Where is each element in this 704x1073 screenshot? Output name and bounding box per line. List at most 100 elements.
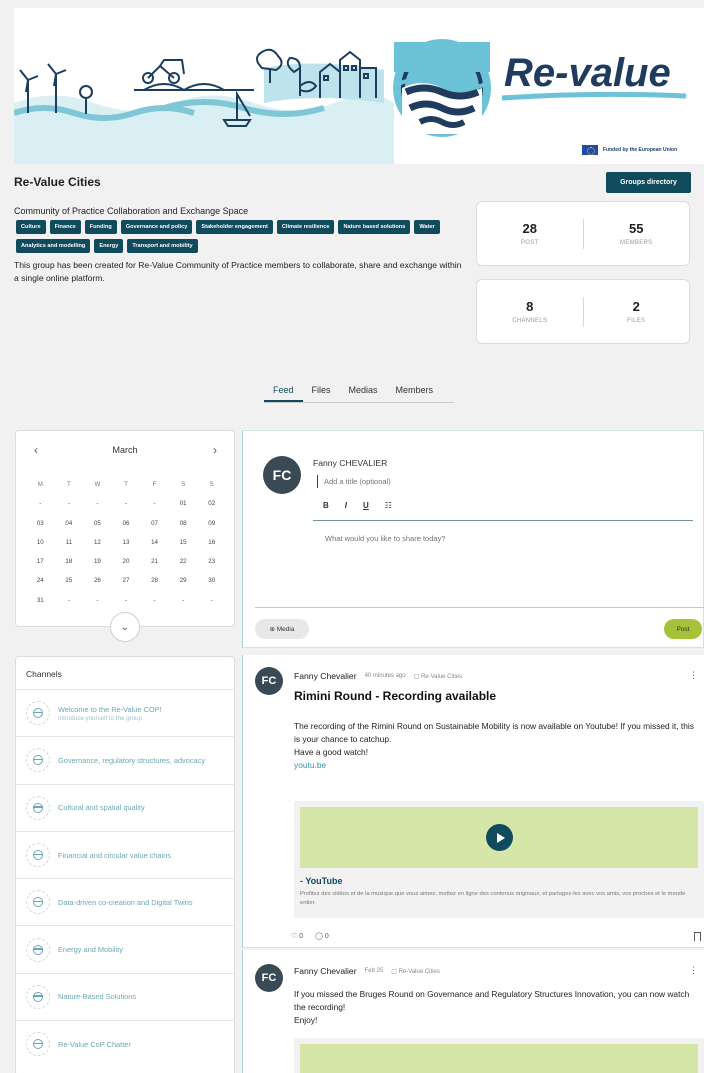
globe-icon [26,984,50,1009]
calendar-day[interactable]: 23 [197,552,226,571]
comment-button[interactable]: ◯ 0 [315,932,329,940]
calendar-day[interactable]: 30 [197,571,226,590]
post-author[interactable]: Fanny Chevalier [294,966,357,976]
group-tagline: Community of Practice Collaboration and … [14,206,249,216]
tag-funding[interactable]: Funding [84,220,117,234]
channel-item[interactable]: Data-driven co-creation and Digital Twin… [16,878,234,925]
calendar-day[interactable]: 22 [169,552,198,571]
tab-files[interactable]: Files [303,383,340,402]
underline-button[interactable]: U [363,501,369,510]
tag-energy[interactable]: Energy [94,239,124,253]
tab-members[interactable]: Members [387,383,443,402]
calendar-day[interactable]: 24 [26,571,55,590]
calendar-day[interactable]: 10 [26,533,55,552]
tag-culture[interactable]: Culture [16,220,46,234]
tab-feed[interactable]: Feed [264,383,303,402]
calendar-day[interactable]: 01 [169,494,198,513]
tag-nbs[interactable]: Nature based solutions [338,220,411,234]
channel-label: Data-driven co-creation and Digital Twin… [58,897,193,907]
italic-button[interactable]: I [345,501,347,510]
post-menu-icon[interactable]: ⋮ [689,670,698,681]
calendar-day[interactable]: 04 [55,514,84,533]
channel-item[interactable]: Governance, regulatory structures, advoc… [16,736,234,783]
video-thumbnail[interactable] [300,807,698,868]
calendar-day[interactable]: 17 [26,552,55,571]
stat-files[interactable]: 2 FILES [584,299,690,324]
preview-title[interactable]: - YouTube [300,876,343,886]
calendar-day[interactable]: 21 [140,552,169,571]
channel-item[interactable]: Re-Value CoP Chatter [16,1020,234,1067]
avatar[interactable]: FC [255,667,283,695]
stat-members[interactable]: 55 MEMBERS [584,221,690,246]
add-media-button[interactable]: ⊕ Media [255,619,309,639]
post-text: The recording of the Rimini Round on Sus… [294,721,694,744]
channel-item[interactable]: Energy and Mobility [16,925,234,972]
post-composer: FC Fanny CHEVALIER B I U ☷ ⊕ Media Post [242,430,704,648]
post-link[interactable]: youtu.be [294,759,699,772]
tag-stakeholder[interactable]: Stakeholder engagement [196,220,273,234]
stat-channels[interactable]: 8 CHANNELS [477,299,583,324]
tag-analytics[interactable]: Analytics and modelling [16,239,91,253]
channels-panel: Channels Welcome to the Re-Value COP! Int… [15,656,235,1073]
calendar-day[interactable]: 11 [55,533,84,552]
calendar-day[interactable]: 25 [55,571,84,590]
post-author[interactable]: Fanny Chevalier [294,671,357,681]
calendar-day[interactable]: 28 [140,571,169,590]
channel-label: Re-Value CoP Chatter [58,1039,131,1049]
calendar-day: - [39,500,42,508]
channel-item[interactable]: Nature-Based Solutions [16,972,234,1020]
channel-item[interactable]: Welcome to the Re-Value COP! Introduce yo… [16,689,234,736]
tag-water[interactable]: Water [414,220,440,234]
calendar-day[interactable]: 20 [112,552,141,571]
bold-button[interactable]: B [323,501,329,510]
post-channel[interactable]: ▢ Re-Value Cities [391,968,440,975]
calendar-day[interactable]: 26 [83,571,112,590]
calendar-day[interactable]: 08 [169,514,198,533]
calendar-day[interactable]: 27 [112,571,141,590]
tag-finance[interactable]: Finance [49,220,81,234]
tag-transport[interactable]: Transport and mobility [127,239,198,253]
tab-medias[interactable]: Medias [340,383,387,402]
calendar-day: - [67,596,70,604]
calendar-day[interactable]: 05 [83,514,112,533]
calendar-next-icon[interactable]: › [213,443,217,457]
link-preview[interactable] [294,1038,704,1073]
post-title-input[interactable] [317,475,517,488]
group-banner: Re-value Funded by the European Union [14,8,704,164]
channel-item[interactable]: Financial and circular value chains [16,830,234,878]
calendar-day[interactable]: 29 [169,571,198,590]
post-button[interactable]: Post [664,619,702,639]
tag-climate[interactable]: Climate resilience [276,220,335,234]
calendar-day[interactable]: 13 [112,533,141,552]
like-button[interactable]: ♡ 0 [291,932,303,940]
calendar-day[interactable]: 15 [169,533,198,552]
link-preview[interactable]: - YouTube Profitez des vidéos et de la m… [294,801,704,918]
channel-text: Nature-Based Solutions [58,991,136,1002]
avatar[interactable]: FC [255,964,283,992]
post-time: 40 minutes ago [364,673,406,679]
play-icon[interactable] [485,824,513,851]
post-body-input[interactable] [325,534,625,543]
calendar-day[interactable]: 16 [197,533,226,552]
tag-governance[interactable]: Governance and policy [120,220,193,234]
calendar-day[interactable]: 07 [140,514,169,533]
stat-posts[interactable]: 28 POST [477,221,583,246]
calendar-day[interactable]: 12 [83,533,112,552]
calendar-day[interactable]: 19 [83,552,112,571]
calendar-day[interactable]: 14 [140,533,169,552]
post-menu-icon[interactable]: ⋮ [689,965,698,976]
group-tags: Culture Finance Funding Governance and p… [16,220,456,253]
list-icon[interactable]: ☷ [385,501,392,510]
groups-directory-button[interactable]: Groups directory [606,172,691,193]
calendar-day[interactable]: 09 [197,514,226,533]
calendar-day[interactable]: 06 [112,514,141,533]
calendar-expand-icon[interactable]: ⌄ [110,612,140,642]
video-thumbnail[interactable] [300,1044,698,1073]
channel-item[interactable]: Cultural and spatial quality [16,783,234,831]
calendar-day[interactable]: 03 [26,514,55,533]
bookmark-icon[interactable] [694,932,701,941]
calendar-day[interactable]: 02 [197,494,226,513]
calendar-day[interactable]: 31 [26,591,55,610]
calendar-day[interactable]: 18 [55,552,84,571]
post-channel[interactable]: ▢ Re-Value Cities [414,673,463,680]
